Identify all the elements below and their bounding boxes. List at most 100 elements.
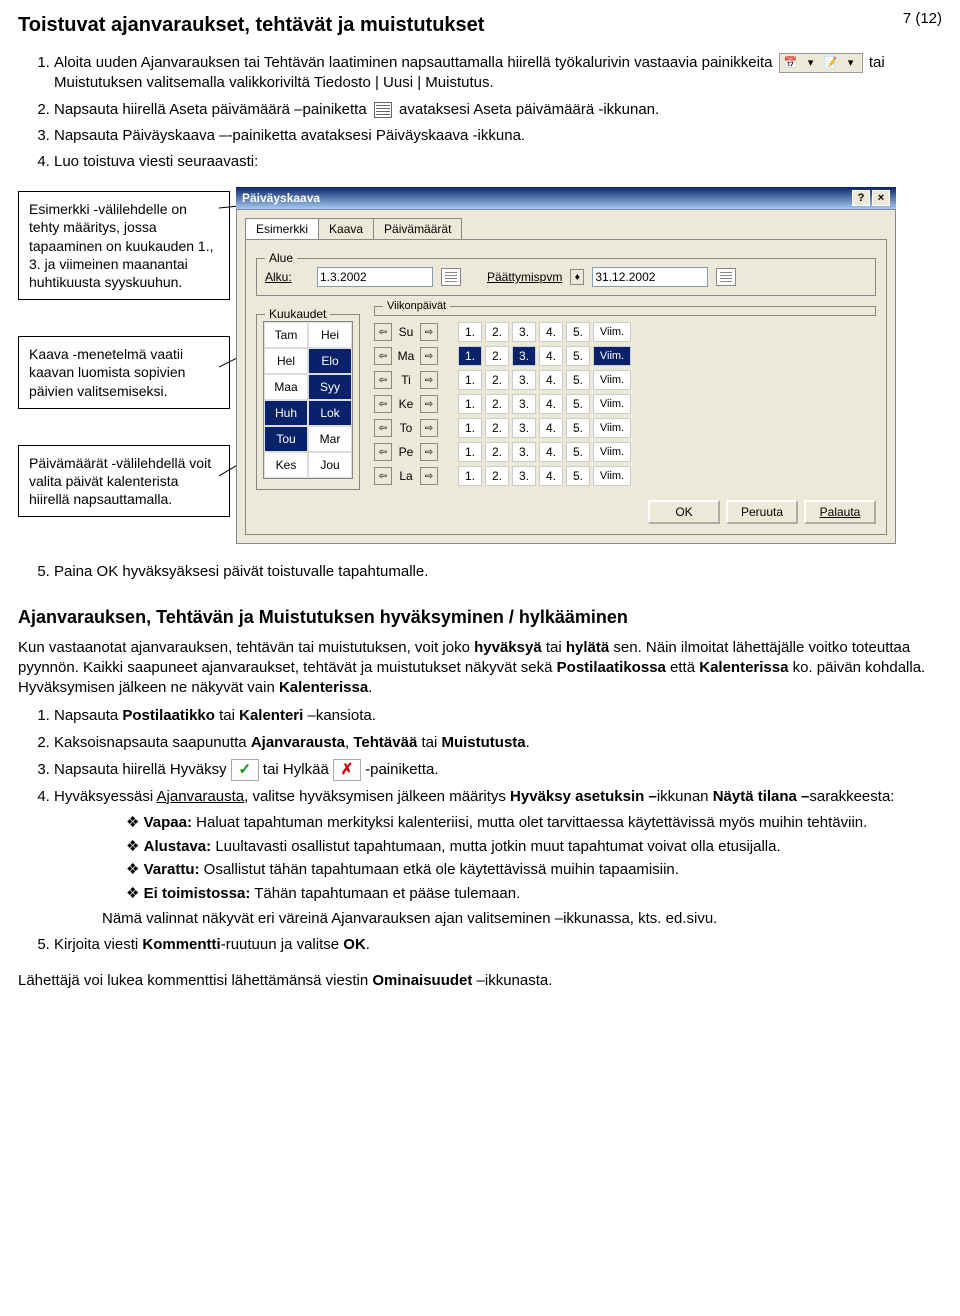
month-cell-tam[interactable]: Tam — [264, 322, 308, 348]
occurrence-cell[interactable]: 5. — [566, 442, 590, 462]
occurrence-cell[interactable]: 4. — [539, 466, 563, 486]
occurrence-cell[interactable]: 3. — [512, 322, 536, 342]
occurrence-cell[interactable]: 3. — [512, 370, 536, 390]
step-4: Luo toistuva viesti seuraavasti: — [54, 152, 942, 172]
occurrence-cell[interactable]: 1. — [458, 466, 482, 486]
occurrence-cell[interactable]: 5. — [566, 370, 590, 390]
occurrence-cell[interactable]: 2. — [485, 370, 509, 390]
occurrence-cell[interactable]: 1. — [458, 346, 482, 366]
calendar-icon[interactable] — [441, 268, 461, 286]
left-arrow-icon[interactable]: ⇦ — [374, 443, 392, 461]
day-row-su: ⇦Su⇨1.2.3.4.5.Viim. — [374, 322, 876, 342]
occurrence-cell[interactable]: 2. — [485, 442, 509, 462]
occurrence-cell[interactable]: 2. — [485, 466, 509, 486]
month-cell-tou[interactable]: Tou — [264, 426, 308, 452]
last-cell[interactable]: Viim. — [593, 394, 631, 414]
right-arrow-icon[interactable]: ⇨ — [420, 395, 438, 413]
tab-paivamaarat[interactable]: Päivämäärät — [373, 218, 462, 239]
occurrence-cell[interactable]: 2. — [485, 418, 509, 438]
right-arrow-icon[interactable]: ⇨ — [420, 419, 438, 437]
occurrence-cell[interactable]: 2. — [485, 394, 509, 414]
occurrence-cell[interactable]: 4. — [539, 322, 563, 342]
tab-kaava[interactable]: Kaava — [318, 218, 374, 239]
month-cell-hel[interactable]: Hel — [264, 348, 308, 374]
right-arrow-icon[interactable]: ⇨ — [420, 371, 438, 389]
month-cell-maa[interactable]: Maa — [264, 374, 308, 400]
occurrence-cell[interactable]: 4. — [539, 370, 563, 390]
right-arrow-icon[interactable]: ⇨ — [420, 443, 438, 461]
occurrence-cell[interactable]: 1. — [458, 394, 482, 414]
task-icon[interactable]: 📝 — [822, 55, 840, 71]
last-cell[interactable]: Viim. — [593, 466, 631, 486]
dropdown-icon[interactable]: ▾ — [842, 55, 860, 71]
callout-esimerkki: Esimerkki -välilehdelle on tehty määrity… — [18, 191, 230, 300]
help-button[interactable]: ? — [852, 190, 870, 206]
month-cell-huh[interactable]: Huh — [264, 400, 308, 426]
last-cell[interactable]: Viim. — [593, 418, 631, 438]
occurrence-cell[interactable]: 3. — [512, 466, 536, 486]
cancel-button[interactable]: Peruuta — [726, 500, 798, 524]
start-date-input[interactable] — [317, 267, 433, 287]
appointment-icon[interactable]: 📅 — [782, 55, 800, 71]
left-arrow-icon[interactable]: ⇦ — [374, 395, 392, 413]
occurrence-cell[interactable]: 4. — [539, 346, 563, 366]
end-date-input[interactable] — [592, 267, 708, 287]
occurrence-cell[interactable]: 4. — [539, 418, 563, 438]
last-cell[interactable]: Viim. — [593, 346, 631, 366]
opt-ei-toimistossa: Ei toimistossa: Tähän tapahtumaan et pää… — [126, 884, 942, 904]
right-arrow-icon[interactable]: ⇨ — [420, 467, 438, 485]
last-cell[interactable]: Viim. — [593, 370, 631, 390]
month-cell-hei[interactable]: Hei — [308, 322, 352, 348]
occurrence-cell[interactable]: 3. — [512, 346, 536, 366]
occurrence-cell[interactable]: 5. — [566, 394, 590, 414]
left-arrow-icon[interactable]: ⇦ — [374, 371, 392, 389]
dropdown-icon[interactable]: ▾ — [802, 55, 820, 71]
left-arrow-icon[interactable]: ⇦ — [374, 323, 392, 341]
occurrence-cell[interactable]: 5. — [566, 418, 590, 438]
section-heading: Ajanvarauksen, Tehtävän ja Muistutuksen … — [18, 607, 942, 628]
occurrence-cell[interactable]: 3. — [512, 442, 536, 462]
left-arrow-icon[interactable]: ⇦ — [374, 467, 392, 485]
occurrence-cell[interactable]: 5. — [566, 346, 590, 366]
left-arrow-icon[interactable]: ⇦ — [374, 347, 392, 365]
day-row-ti: ⇦Ti⇨1.2.3.4.5.Viim. — [374, 370, 876, 390]
calendar-icon[interactable] — [716, 268, 736, 286]
occurrence-cell[interactable]: 1. — [458, 370, 482, 390]
ok-button[interactable]: OK — [648, 500, 720, 524]
occurrence-cell[interactable]: 3. — [512, 418, 536, 438]
callout-kaava: Kaava -menetelmä vaatii kaavan luomista … — [18, 336, 230, 409]
step-1: Aloita uuden Ajanvarauksen tai Tehtävän … — [54, 53, 942, 94]
occurrence-cell[interactable]: 2. — [485, 322, 509, 342]
last-cell[interactable]: Viim. — [593, 322, 631, 342]
day-label: To — [395, 421, 417, 435]
occurrence-cell[interactable]: 3. — [512, 394, 536, 414]
occurrence-cell[interactable]: 1. — [458, 442, 482, 462]
month-cell-mar[interactable]: Mar — [308, 426, 352, 452]
reset-button[interactable]: Palauta — [804, 500, 876, 524]
day-label: Pe — [395, 445, 417, 459]
day-row-pe: ⇦Pe⇨ 1.2.3.4.5.Viim. — [374, 442, 876, 462]
occurrence-cell[interactable]: 5. — [566, 466, 590, 486]
occurrence-cell[interactable]: 1. — [458, 322, 482, 342]
fieldset-kuukaudet: Kuukaudet TamHeiHelEloMaaSyyHuhLokTouMar… — [256, 314, 360, 490]
right-arrow-icon[interactable]: ⇨ — [420, 347, 438, 365]
month-cell-kes[interactable]: Kes — [264, 452, 308, 478]
left-arrow-icon[interactable]: ⇦ — [374, 419, 392, 437]
occurrence-cell[interactable]: 4. — [539, 394, 563, 414]
month-cell-elo[interactable]: Elo — [308, 348, 352, 374]
occurrence-cell[interactable]: 1. — [458, 418, 482, 438]
end-label: Päättymispvm — [487, 270, 562, 284]
tab-esimerkki[interactable]: Esimerkki — [245, 218, 319, 239]
day-row-ma: ⇦Ma⇨1.2.3.4.5.Viim. — [374, 346, 876, 366]
occurrence-cell[interactable]: 4. — [539, 442, 563, 462]
right-arrow-icon[interactable]: ⇨ — [420, 323, 438, 341]
month-cell-syy[interactable]: Syy — [308, 374, 352, 400]
month-cell-lok[interactable]: Lok — [308, 400, 352, 426]
spinner-icon[interactable]: ♦ — [570, 269, 584, 285]
day-row-la: ⇦La⇨1.2.3.4.5.Viim. — [374, 466, 876, 486]
last-cell[interactable]: Viim. — [593, 442, 631, 462]
occurrence-cell[interactable]: 2. — [485, 346, 509, 366]
month-cell-jou[interactable]: Jou — [308, 452, 352, 478]
occurrence-cell[interactable]: 5. — [566, 322, 590, 342]
close-button[interactable]: × — [872, 190, 890, 206]
